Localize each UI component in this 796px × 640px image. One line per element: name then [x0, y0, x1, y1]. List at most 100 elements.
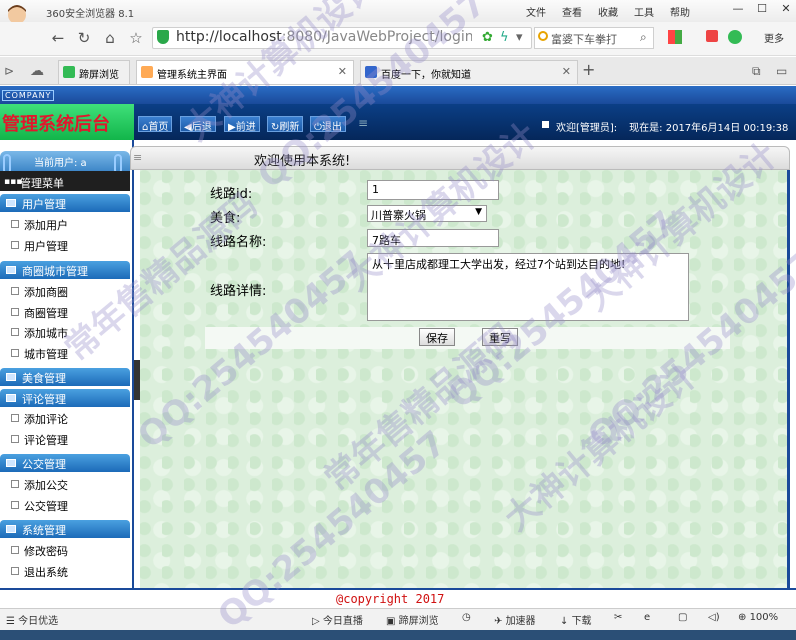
statusbar-accelerator[interactable]: ✈ 加速器: [494, 612, 536, 627]
history-icon[interactable]: ◷: [462, 612, 471, 623]
minimize-icon[interactable]: —: [728, 2, 748, 18]
doc-icon: [11, 287, 19, 295]
security-icon[interactable]: [728, 30, 742, 44]
star-icon[interactable]: ☆: [126, 28, 146, 48]
sidebar-item-add-business[interactable]: 添加商圈: [24, 284, 68, 300]
food-select[interactable]: 川普寨火锅 ▼: [367, 205, 487, 222]
browser-name: 360安全浏览器 8.1: [46, 9, 135, 20]
back-icon: ◀: [184, 122, 192, 133]
welcome-text: 欢迎[管理员]: 现在是: 2017年6月14日 00:19:38: [556, 123, 789, 134]
route-id-input[interactable]: 1: [367, 180, 499, 200]
sidebar-item-user-management[interactable]: 用户管理: [24, 238, 68, 254]
baidu-icon: [365, 66, 377, 78]
refresh-button[interactable]: ↻刷新: [267, 116, 304, 133]
screenshot-icon[interactable]: ✂: [614, 612, 622, 623]
menu-tools[interactable]: 工具: [634, 4, 654, 19]
lightning-icon[interactable]: ϟ: [500, 30, 509, 45]
tab-menu-icon[interactable]: ▭: [776, 64, 787, 78]
window-icon[interactable]: ▢: [678, 612, 687, 623]
extension-icon[interactable]: ✿: [482, 30, 493, 45]
app-title: 管理系统后台: [2, 114, 110, 135]
logout-button[interactable]: ⏻退出: [310, 116, 346, 133]
play-icon: ▷: [312, 616, 323, 627]
sidebar-item-change-password[interactable]: 修改密码: [24, 543, 68, 559]
search-input[interactable]: 富婆下车拳打: [551, 31, 617, 47]
statusbar-live[interactable]: ▷ 今日直播: [312, 612, 363, 627]
speaker-icon[interactable]: ◁): [708, 612, 720, 623]
bullet-icon: [542, 121, 549, 128]
split-icon: ▣: [386, 616, 399, 627]
company-logo: COMPANY: [2, 90, 55, 101]
sidebar-item-logout[interactable]: 退出系统: [24, 564, 68, 580]
forward-button[interactable]: ▶前进: [224, 116, 260, 133]
sidebar-item-comment-management[interactable]: 评论管理: [24, 432, 68, 448]
reset-button[interactable]: 重写: [482, 328, 518, 346]
page-title: 欢迎使用本系统!: [254, 154, 351, 169]
menu-favorites[interactable]: 收藏: [598, 4, 618, 19]
folder-icon: [6, 199, 16, 207]
statusbar-download[interactable]: ↓ 下载: [560, 612, 592, 627]
route-name-input[interactable]: 7路车: [367, 229, 499, 247]
statusbar-split[interactable]: ▣ 蹄屏浏览: [386, 612, 439, 627]
zoom-icon: ⊕: [738, 612, 750, 623]
section-label: 商圈城市管理: [22, 265, 88, 278]
section-label: 评论管理: [22, 393, 66, 406]
form-button-row: [205, 327, 730, 349]
reload-icon[interactable]: ↻: [74, 28, 94, 48]
ie-icon[interactable]: e: [644, 612, 650, 623]
os-taskbar: [0, 630, 796, 640]
apps-icon[interactable]: [668, 30, 682, 44]
main-title-bar: [130, 146, 790, 170]
management-menu-title: 管理菜单: [20, 177, 64, 190]
doc-icon: [11, 241, 19, 249]
power-icon: ⏻: [314, 122, 322, 133]
route-detail-textarea[interactable]: 从十里店成都理工大学出发，经过7个站到达目的地!: [367, 253, 689, 321]
folder-icon: [6, 266, 16, 274]
new-tab-icon[interactable]: +: [582, 60, 595, 79]
search-engine-icon: [538, 31, 548, 41]
section-label: 美食管理: [22, 372, 66, 385]
sidebar-item-add-comment[interactable]: 添加评论: [24, 411, 68, 427]
sidebar-item-bus-management[interactable]: 公交管理: [24, 498, 68, 514]
section-label: 公交管理: [22, 458, 66, 471]
menu-view[interactable]: 查看: [562, 4, 582, 19]
rocket-icon: ✈: [494, 616, 506, 627]
chevron-down-icon: ▼: [475, 207, 482, 217]
list-icon: ☰: [6, 616, 19, 627]
tab-admin-main[interactable]: 管理系统主界面 ✕: [136, 60, 354, 84]
sidebar-item-business-management[interactable]: 商圈管理: [24, 305, 68, 321]
cloud-icon[interactable]: ☁: [30, 63, 44, 79]
more-button[interactable]: 更多: [764, 30, 784, 45]
page-icon: [141, 66, 153, 78]
sidebar-item-add-city[interactable]: 添加城市: [24, 325, 68, 341]
statusbar-today-picks[interactable]: ☰ 今日优选: [6, 612, 58, 627]
doc-icon: [11, 414, 19, 422]
sidebar-item-add-user[interactable]: 添加用户: [24, 217, 68, 233]
tab-baidu[interactable]: 百度一下，你就知道 ✕: [360, 60, 578, 84]
back-button[interactable]: ◀后退: [180, 116, 216, 133]
doc-icon: [11, 220, 19, 228]
home-button[interactable]: ⌂首页: [138, 116, 173, 133]
sidebar-item-city-management[interactable]: 城市管理: [24, 346, 68, 362]
sidebar-item-add-bus[interactable]: 添加公交: [24, 477, 68, 493]
dropdown-icon[interactable]: ▾: [516, 30, 523, 45]
statusbar-zoom[interactable]: ⊕ 100%: [738, 612, 778, 623]
home-icon[interactable]: ⌂: [100, 28, 120, 48]
menu-help[interactable]: 帮助: [670, 4, 690, 19]
close-icon[interactable]: ✕: [776, 2, 796, 18]
restore-tab-icon[interactable]: ⧉: [752, 64, 761, 79]
search-icon[interactable]: ⌕: [640, 30, 647, 45]
doc-icon: [11, 546, 19, 554]
save-button[interactable]: 保存: [419, 328, 455, 346]
tab-split-view[interactable]: 蹄屏浏览: [58, 60, 130, 84]
doc-icon: [11, 349, 19, 357]
sidebar-toggle-icon[interactable]: ⊳: [4, 64, 14, 78]
doc-icon: [11, 435, 19, 443]
doc-icon: [11, 328, 19, 336]
tab-close-icon[interactable]: ✕: [562, 65, 571, 78]
tab-close-icon[interactable]: ✕: [338, 65, 347, 78]
back-arrow-icon[interactable]: ←: [48, 28, 68, 48]
maximize-icon[interactable]: ☐: [752, 2, 772, 18]
mail-icon[interactable]: [706, 30, 718, 42]
menu-file[interactable]: 文件: [526, 4, 546, 19]
